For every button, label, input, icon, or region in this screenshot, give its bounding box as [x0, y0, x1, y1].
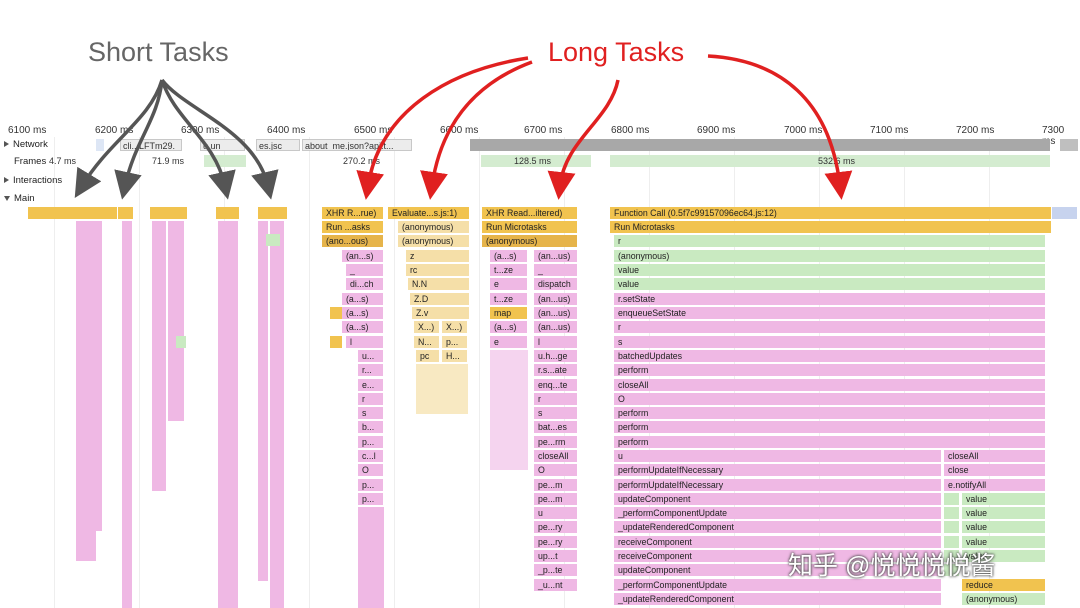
annotation-arrows: [74, 54, 853, 200]
long-task-arrow: [547, 79, 620, 200]
short-task-arrow: [160, 79, 236, 200]
short-task-arrows: [74, 78, 279, 200]
long-task-arrow: [707, 54, 853, 200]
short-task-arrow: [160, 78, 279, 200]
watermark: 知乎 @悦悦悦悦酱: [788, 552, 996, 580]
short-task-arrow: [74, 79, 164, 198]
long-task-arrow: [356, 56, 529, 200]
long-task-arrow: [420, 60, 533, 200]
long-task-arrows: [356, 54, 853, 200]
